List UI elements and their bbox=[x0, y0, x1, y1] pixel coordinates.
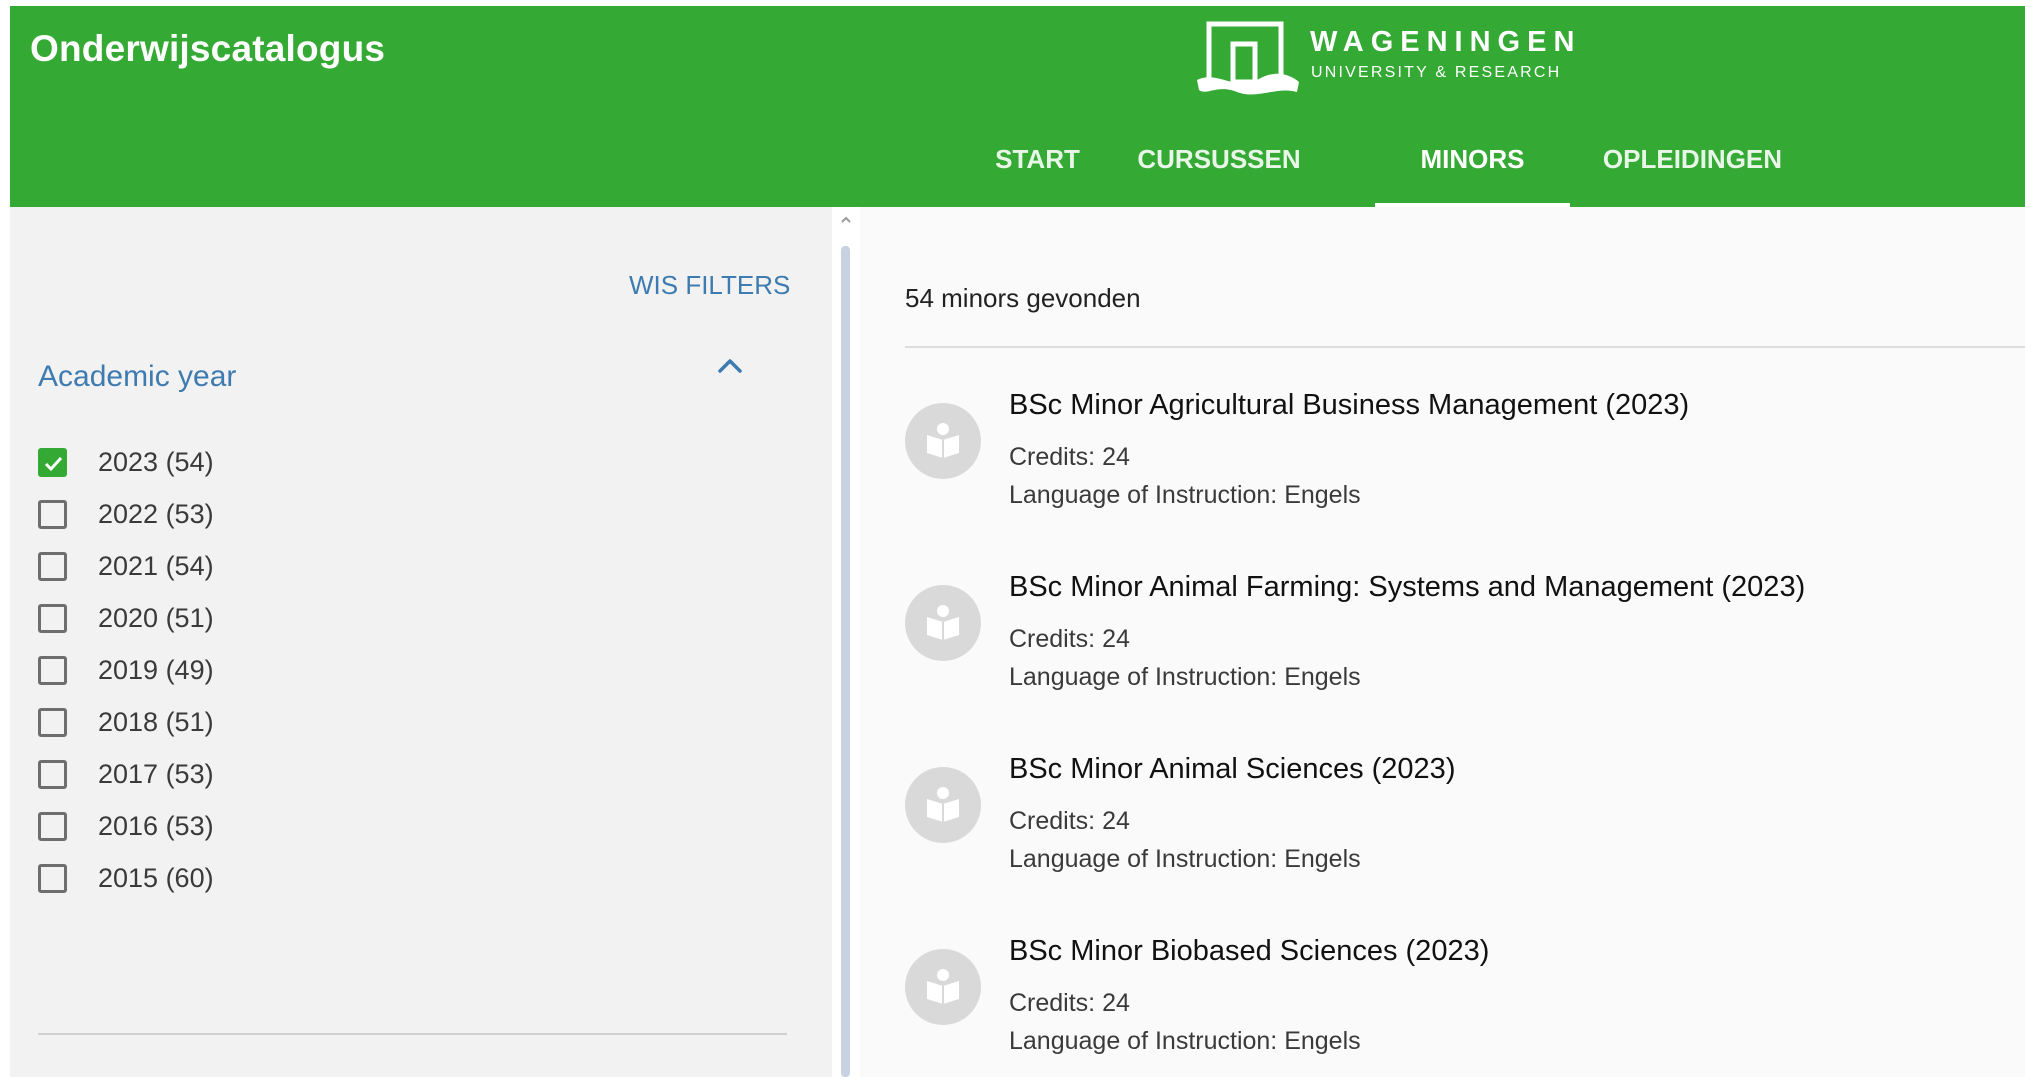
result-language: Language of Instruction: Engels bbox=[1009, 481, 1361, 509]
checkbox[interactable] bbox=[38, 760, 67, 789]
facet-title-academic-year[interactable]: Academic year bbox=[38, 360, 236, 394]
book-reader-icon bbox=[905, 585, 981, 661]
wur-gate-logo-icon bbox=[1197, 21, 1299, 95]
result-credits: Credits: 24 bbox=[1009, 443, 1130, 471]
facet-item-2019[interactable]: 2019 (49) bbox=[36, 645, 436, 695]
facet-item-label: 2018 (51) bbox=[98, 707, 214, 737]
facet-item-label: 2017 (53) bbox=[98, 759, 214, 789]
nav-cursussen-label: CURSUSSEN bbox=[1137, 144, 1301, 174]
checkmark-icon bbox=[44, 456, 63, 472]
clear-filters-button[interactable]: WIS FILTERS bbox=[629, 270, 790, 301]
header-bar: Onderwijscatalogus WAGENINGEN UNIVERSITY… bbox=[10, 6, 2025, 207]
nav-start-label: START bbox=[995, 144, 1080, 174]
checkbox[interactable] bbox=[38, 552, 67, 581]
scroll-up-icon[interactable] bbox=[839, 213, 853, 227]
book-reader-icon bbox=[905, 949, 981, 1025]
facet-item-label: 2015 (60) bbox=[98, 863, 214, 893]
result-credits: Credits: 24 bbox=[1009, 807, 1130, 835]
nav-start[interactable]: START bbox=[965, 130, 1110, 207]
checkbox-checked[interactable] bbox=[38, 448, 67, 477]
nav-minors[interactable]: MINORS bbox=[1375, 130, 1570, 207]
results-panel: 54 minors gevonden BSc Minor Agricultura… bbox=[860, 207, 2025, 1077]
result-item[interactable]: BSc Minor Biobased Sciences (2023) Credi… bbox=[905, 935, 2005, 1077]
divider bbox=[38, 1033, 787, 1035]
nav-opleidingen[interactable]: OPLEIDINGEN bbox=[1570, 130, 1815, 207]
result-title[interactable]: BSc Minor Biobased Sciences (2023) bbox=[1009, 935, 1489, 968]
facet-item-label: 2019 (49) bbox=[98, 655, 214, 685]
result-credits: Credits: 24 bbox=[1009, 625, 1130, 653]
facet-item-label: 2020 (51) bbox=[98, 603, 214, 633]
logo-subtitle: UNIVERSITY & RESEARCH bbox=[1311, 64, 1562, 81]
result-title[interactable]: BSc Minor Animal Farming: Systems and Ma… bbox=[1009, 571, 1805, 604]
result-language: Language of Instruction: Engels bbox=[1009, 663, 1361, 691]
checkbox[interactable] bbox=[38, 708, 67, 737]
facet-item-label: 2023 (54) bbox=[98, 447, 214, 477]
app-title[interactable]: Onderwijscatalogus bbox=[30, 28, 385, 70]
divider bbox=[905, 346, 2025, 348]
facet-item-label: 2021 (54) bbox=[98, 551, 214, 581]
facet-item-2020[interactable]: 2020 (51) bbox=[36, 593, 436, 643]
facet-item-2022[interactable]: 2022 (53) bbox=[36, 489, 436, 539]
chevron-up-icon[interactable] bbox=[710, 347, 750, 387]
facet-item-2017[interactable]: 2017 (53) bbox=[36, 749, 436, 799]
checkbox[interactable] bbox=[38, 500, 67, 529]
result-item[interactable]: BSc Minor Animal Sciences (2023) Credits… bbox=[905, 753, 2005, 903]
facet-item-label: 2022 (53) bbox=[98, 499, 214, 529]
facet-item-2015[interactable]: 2015 (60) bbox=[36, 853, 436, 903]
result-item[interactable]: BSc Minor Agricultural Business Manageme… bbox=[905, 389, 2005, 539]
facet-item-label: 2016 (53) bbox=[98, 811, 214, 841]
app-window: Onderwijscatalogus WAGENINGEN UNIVERSITY… bbox=[10, 6, 2025, 1077]
checkbox[interactable] bbox=[38, 656, 67, 685]
logo-name: WAGENINGEN bbox=[1310, 26, 1582, 58]
nav-minors-label: MINORS bbox=[1420, 144, 1525, 174]
book-reader-icon bbox=[905, 403, 981, 479]
book-reader-icon bbox=[905, 767, 981, 843]
nav-cursussen[interactable]: CURSUSSEN bbox=[1110, 130, 1328, 207]
checkbox[interactable] bbox=[38, 604, 67, 633]
result-item[interactable]: BSc Minor Animal Farming: Systems and Ma… bbox=[905, 571, 2005, 721]
result-title[interactable]: BSc Minor Agricultural Business Manageme… bbox=[1009, 389, 1689, 422]
checkbox[interactable] bbox=[38, 864, 67, 893]
facet-item-2016[interactable]: 2016 (53) bbox=[36, 801, 436, 851]
facet-item-2021[interactable]: 2021 (54) bbox=[36, 541, 436, 591]
result-language: Language of Instruction: Engels bbox=[1009, 845, 1361, 873]
nav-opleidingen-label: OPLEIDINGEN bbox=[1602, 144, 1783, 174]
wageningen-logo[interactable]: WAGENINGEN UNIVERSITY & RESEARCH bbox=[1197, 20, 1597, 102]
results-count: 54 minors gevonden bbox=[905, 283, 1141, 313]
result-title[interactable]: BSc Minor Animal Sciences (2023) bbox=[1009, 753, 1455, 786]
result-language: Language of Instruction: Engels bbox=[1009, 1027, 1361, 1055]
result-credits: Credits: 24 bbox=[1009, 989, 1130, 1017]
facet-item-2018[interactable]: 2018 (51) bbox=[36, 697, 436, 747]
checkbox[interactable] bbox=[38, 812, 67, 841]
filter-sidebar: WIS FILTERS Academic year 2023 (54) 2022… bbox=[10, 207, 822, 1077]
scrollbar-thumb[interactable] bbox=[841, 246, 850, 1077]
facet-item-2023[interactable]: 2023 (54) bbox=[36, 437, 436, 487]
